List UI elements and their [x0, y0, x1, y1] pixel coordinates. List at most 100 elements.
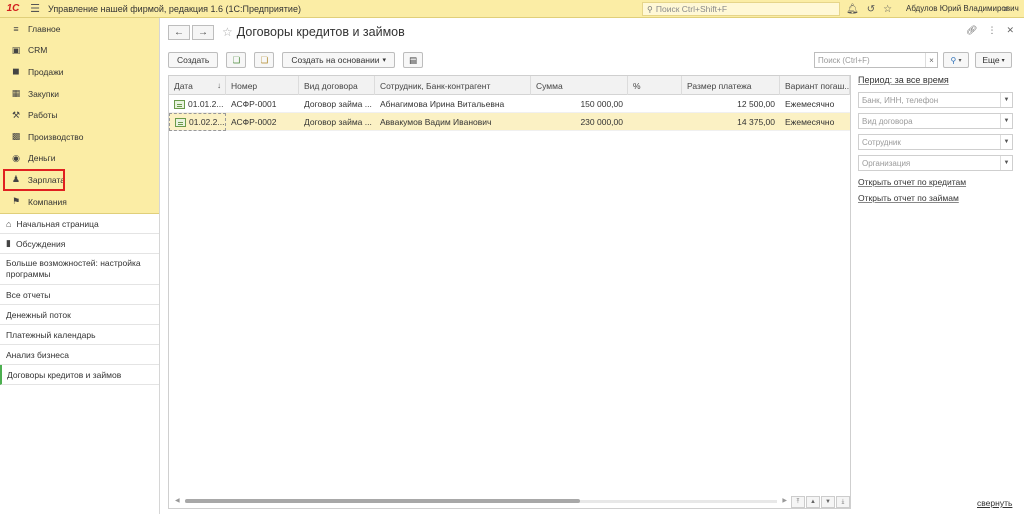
- nav-label: Денежный поток: [6, 309, 71, 320]
- cell-date-text: 01.01.2...: [188, 99, 224, 109]
- period-link[interactable]: Период: за все время: [858, 75, 1013, 85]
- scroll-left-icon[interactable]: ◀: [175, 497, 180, 504]
- column-header-payment[interactable]: Размер платежа: [682, 76, 780, 95]
- cell-counterparty: Абнагимова Ирина Витальевна: [380, 99, 505, 109]
- list-navigation: ⤒ ▲ ▼ ⤓: [790, 496, 850, 508]
- org-filter-placeholder: Организация: [862, 158, 911, 168]
- title-row: ← → ☆ Договоры кредитов и займов: [168, 24, 405, 40]
- user-name[interactable]: Абдулов Юрий Владимирович: [906, 0, 1019, 18]
- nav-home[interactable]: ⌂ Начальная страница: [0, 214, 159, 234]
- nav-loan-contracts[interactable]: Договоры кредитов и займов: [0, 365, 159, 385]
- nav-cash-flow[interactable]: Денежный поток: [0, 305, 159, 325]
- more-vertical-icon[interactable]: ⋮: [987, 25, 996, 36]
- column-header-date[interactable]: Дата ↓: [169, 76, 226, 95]
- cell-percent: [628, 113, 682, 131]
- contract-kind-filter-input[interactable]: Вид договора ▼: [858, 113, 1013, 129]
- search-button[interactable]: ⚲ ▾: [943, 52, 969, 68]
- table-row[interactable]: 01.01.2... АСФР-0001 Договор займа ... А…: [169, 95, 850, 113]
- nav-list: ⌂ Начальная страница ▮ Обсуждения Больше…: [0, 214, 159, 385]
- section-crm[interactable]: ▣ CRM: [0, 40, 159, 62]
- cell-amount: 230 000,00: [580, 117, 623, 127]
- table-row[interactable]: 01.02.2... АСФР-0002 Договор займа ... А…: [169, 113, 850, 131]
- clear-icon[interactable]: ×: [925, 53, 937, 67]
- employee-filter-input[interactable]: Сотрудник ▼: [858, 134, 1013, 150]
- nav-payment-calendar[interactable]: Платежный календарь: [0, 325, 159, 345]
- print-icon: ▤: [409, 54, 418, 65]
- cell-date: 01.01.2...: [169, 95, 226, 113]
- briefcase-icon: ▣: [11, 44, 21, 55]
- scroll-thumb[interactable]: [185, 499, 580, 503]
- page-up-icon[interactable]: ▲: [806, 496, 820, 508]
- factory-icon: ▩: [11, 131, 21, 142]
- forward-button[interactable]: →: [192, 24, 214, 40]
- column-header-variant[interactable]: Вариант погаш...: [780, 76, 850, 95]
- column-header-counterparty[interactable]: Сотрудник, Банк-контрагент: [375, 76, 531, 95]
- column-header-percent[interactable]: %: [628, 76, 682, 95]
- column-header-number[interactable]: Номер: [226, 76, 299, 95]
- cell-payment: 12 500,00: [737, 99, 775, 109]
- section-salary[interactable]: ♟ Зарплата: [3, 169, 65, 191]
- page-down-icon[interactable]: ▼: [821, 496, 835, 508]
- credits-report-link[interactable]: Открыть отчет по кредитам: [858, 177, 1013, 187]
- chevron-down-icon[interactable]: ▼: [1000, 114, 1012, 128]
- section-money[interactable]: ◉ Деньги: [0, 148, 159, 170]
- chevron-down-icon[interactable]: ▼: [1000, 93, 1012, 107]
- table-header: Дата ↓ Номер Вид договора Сотрудник, Бан…: [169, 76, 850, 95]
- nav-label: Анализ бизнеса: [6, 349, 69, 360]
- back-button[interactable]: ←: [168, 24, 190, 40]
- copy-document-button[interactable]: ❏: [226, 52, 247, 68]
- more-button[interactable]: Еще ▾: [975, 52, 1012, 68]
- create-based-on-button[interactable]: Создать на основании ▾: [282, 52, 396, 68]
- hamburger-icon[interactable]: ≡: [1003, 4, 1008, 14]
- section-label: Закупки: [28, 88, 59, 99]
- search-icon: ⚲: [950, 55, 957, 65]
- mark-document-button[interactable]: ❏: [254, 52, 275, 68]
- link-icon[interactable]: 🔗︎: [966, 25, 977, 36]
- bank-filter-input[interactable]: Банк, ИНН, телефон ▼: [858, 92, 1013, 108]
- cell-number: АСФР-0001: [231, 99, 277, 109]
- section-purchases[interactable]: ▦ Закупки: [0, 83, 159, 105]
- bell-icon[interactable]: 🔔︎: [846, 4, 859, 15]
- home-icon: ⌂: [6, 218, 12, 229]
- list-search-input[interactable]: Поиск (Ctrl+F) ×: [814, 52, 938, 68]
- print-button[interactable]: ▤: [403, 52, 424, 68]
- create-button[interactable]: Создать: [168, 52, 219, 68]
- list-search-placeholder: Поиск (Ctrl+F): [818, 55, 870, 65]
- section-works[interactable]: ⚒ Работы: [0, 104, 159, 126]
- favorite-star-icon[interactable]: ☆: [222, 25, 233, 39]
- go-last-icon[interactable]: ⤓: [836, 496, 850, 508]
- loans-report-link[interactable]: Открыть отчет по займам: [858, 193, 1013, 203]
- column-header-kind[interactable]: Вид договора: [299, 76, 375, 95]
- coin-icon: ◉: [12, 152, 20, 163]
- chevron-down-icon[interactable]: ▼: [1000, 135, 1012, 149]
- section-main[interactable]: ≡ Главное: [0, 18, 159, 40]
- cell-amount: 150 000,00: [580, 99, 623, 109]
- close-icon[interactable]: ✕: [1006, 25, 1014, 36]
- cell-counterparty: Аввакумов Вадим Иванович: [380, 117, 492, 127]
- global-search-input[interactable]: ⚲ Поиск Ctrl+Shift+F: [642, 2, 840, 16]
- nav-more-features[interactable]: Больше возможностей: настройка программы: [0, 254, 159, 285]
- cell-kind: Договор займа ...: [304, 117, 372, 127]
- section-sales[interactable]: ◼ Продажи: [0, 61, 159, 83]
- chevron-down-icon: ▾: [958, 57, 962, 64]
- flag-icon: ⚑: [11, 196, 21, 207]
- column-label: Дата: [174, 80, 193, 91]
- column-header-amount[interactable]: Сумма: [531, 76, 628, 95]
- scroll-right-icon[interactable]: ▶: [782, 497, 787, 504]
- chevron-down-icon[interactable]: ▼: [1000, 156, 1012, 170]
- nav-business-analysis[interactable]: Анализ бизнеса: [0, 345, 159, 365]
- go-first-icon[interactable]: ⤒: [791, 496, 805, 508]
- global-search-placeholder: Поиск Ctrl+Shift+F: [655, 4, 728, 14]
- section-company[interactable]: ⚑ Компания: [0, 191, 159, 213]
- section-panel: ≡ Главное ▣ CRM ◼ Продажи ▦ Закупки ⚒ Ра…: [0, 18, 159, 214]
- collapse-link[interactable]: свернуть: [977, 498, 1012, 508]
- history-icon[interactable]: ↺: [867, 4, 875, 15]
- section-production[interactable]: ▩ Производство: [0, 126, 159, 148]
- horizontal-scrollbar[interactable]: ◀ ▶: [175, 497, 787, 505]
- star-icon[interactable]: ☆: [883, 4, 892, 15]
- organization-filter-input[interactable]: Организация ▼: [858, 155, 1013, 171]
- nav-all-reports[interactable]: Все отчеты: [0, 285, 159, 305]
- main-menu-icon[interactable]: ☰: [26, 0, 44, 18]
- nav-discussions[interactable]: ▮ Обсуждения: [0, 234, 159, 254]
- search-icon: ⚲: [647, 4, 653, 14]
